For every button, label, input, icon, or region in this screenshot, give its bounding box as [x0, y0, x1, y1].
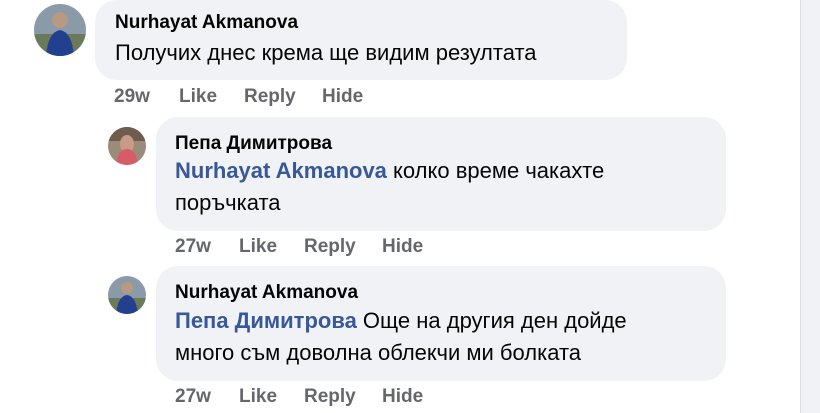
comment-bubble: Пепа Димитрова Nurhayat Akmanova колко в… [156, 117, 726, 231]
reply-button[interactable]: Reply [304, 236, 356, 258]
comment-bubble: Nurhayat Akmanova Получих днес крема ще … [95, 0, 627, 80]
timestamp[interactable]: 27w [175, 386, 211, 408]
scrollbar-track[interactable] [800, 0, 820, 413]
comment-text-line: колко време чакахте [386, 158, 605, 183]
reply-button[interactable]: Reply [304, 386, 356, 408]
comment-bubble: Nurhayat Akmanova Пепа Димитрова Още на … [156, 266, 726, 381]
timestamp[interactable]: 29w [114, 86, 150, 108]
hide-button[interactable]: Hide [382, 386, 423, 408]
comment-text: Nurhayat Akmanova колко време чакахте [175, 155, 604, 187]
reply-button[interactable]: Reply [244, 86, 296, 108]
like-button[interactable]: Like [239, 236, 277, 258]
comment-text-line: Получих днес крема ще видим резултата [115, 40, 537, 65]
comment-text-continued: поръчката [175, 190, 281, 215]
comment-text-continued: много съм доволна облекчи ми болката [175, 340, 582, 365]
comment-author[interactable]: Nurhayat Akmanova [115, 12, 298, 34]
comment-author[interactable]: Пепа Димитрова [175, 133, 332, 155]
comment-author[interactable]: Nurhayat Akmanova [175, 282, 358, 304]
mention-link[interactable]: Nurhayat Akmanova [175, 158, 387, 183]
comment-text: Получих днес крема ще видим резултата [115, 37, 537, 69]
comment-text: Пепа Димитрова Още на другия ден дойде [175, 305, 627, 337]
comment-text-line: Още на другия ден дойде [356, 308, 627, 333]
hide-button[interactable]: Hide [382, 236, 423, 258]
like-button[interactable]: Like [179, 86, 217, 108]
like-button[interactable]: Like [239, 386, 277, 408]
avatar[interactable] [108, 276, 146, 314]
mention-link[interactable]: Пепа Димитрова [175, 308, 357, 333]
timestamp[interactable]: 27w [175, 236, 211, 258]
hide-button[interactable]: Hide [322, 86, 363, 108]
avatar[interactable] [34, 4, 86, 56]
avatar[interactable] [108, 127, 146, 165]
